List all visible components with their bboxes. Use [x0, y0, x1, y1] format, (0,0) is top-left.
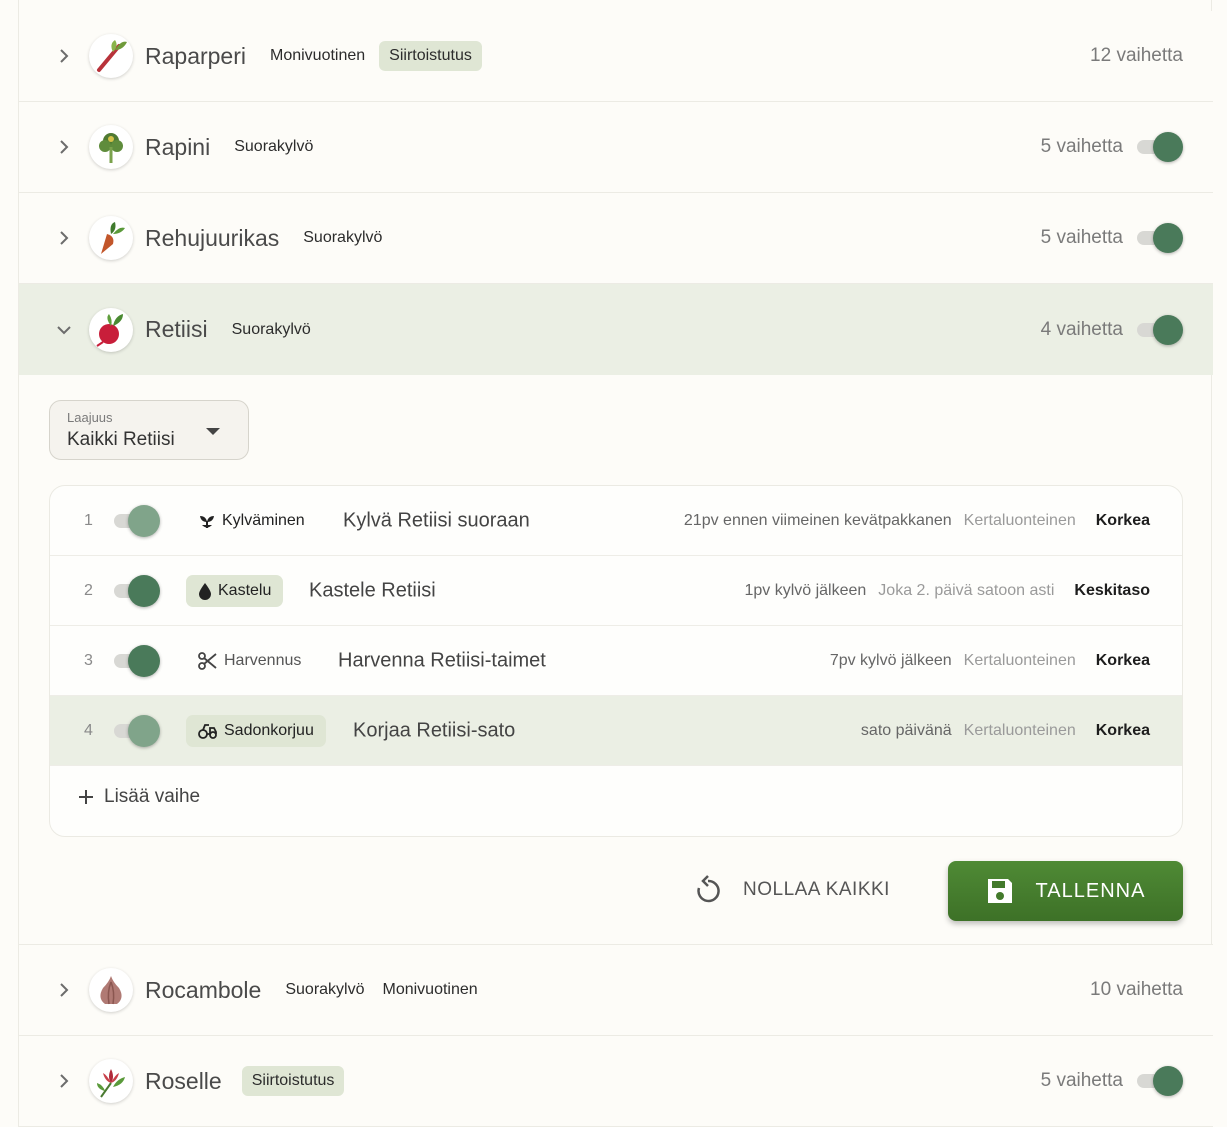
tag-direct-sow: Suorakylvö	[231, 320, 311, 338]
step-category: Sadonkorjuu	[224, 721, 314, 739]
rapini-icon	[89, 125, 133, 169]
plant-name: Rocambole	[145, 976, 262, 1003]
step-row[interactable]: 4 Sadonkorjuu Korjaa Retiisi-sato sato p…	[50, 696, 1182, 766]
steps-count: 10 vaihetta	[1090, 979, 1183, 1000]
garlic-icon	[89, 968, 133, 1012]
plant-name: Rapini	[145, 133, 211, 160]
step-title: Kastele Retiisi	[309, 579, 436, 601]
reset-label: NOLLAA KAIKKI	[743, 879, 890, 900]
step-category-chip: Kastelu	[186, 574, 284, 607]
plant-row-rehujuurikas[interactable]: Rehujuurikas Suorakylvö 5 vaihetta	[19, 193, 1213, 284]
plant-name: Rehujuurikas	[145, 224, 280, 251]
save-label: TALLENNA	[1035, 879, 1146, 902]
chevron-right-icon[interactable]	[55, 981, 73, 999]
step-category: Kylväminen	[222, 511, 305, 529]
step-category: Harvennus	[224, 651, 302, 669]
plant-toggle[interactable]	[1135, 223, 1183, 253]
step-row[interactable]: 2 Kastelu Kastele Retiisi 1pv kylvö jälk…	[50, 556, 1182, 626]
tag-transplant: Siirtoistutus	[241, 1066, 345, 1096]
step-timing: sato päivänä	[860, 721, 952, 739]
plant-name: Roselle	[145, 1067, 222, 1094]
chevron-right-icon[interactable]	[55, 47, 73, 65]
roselle-icon	[89, 1059, 133, 1103]
plant-row-rocambole[interactable]: Rocambole Suorakylvö Monivuotinen 10 vai…	[19, 945, 1213, 1036]
steps-count: 5 vaihetta	[1040, 1070, 1123, 1091]
step-frequency: Joka 2. päivä satoon asti	[878, 581, 1055, 599]
step-row[interactable]: 1 Kylväminen Kylvä Retiisi suoraan 21pv …	[50, 486, 1182, 556]
step-category-chip: Harvennus	[186, 645, 313, 677]
scope-value: Kaikki Retiisi	[67, 429, 175, 450]
caret-down-icon	[206, 428, 220, 435]
step-category: Kastelu	[218, 581, 272, 599]
step-timing: 7pv kylvö jälkeen	[829, 651, 952, 669]
step-priority: Korkea	[1095, 651, 1150, 669]
step-priority: Keskitaso	[1074, 581, 1150, 599]
step-number: 2	[84, 581, 93, 599]
steps-count: 12 vaihetta	[1090, 45, 1183, 66]
step-frequency: Kertaluonteinen	[963, 511, 1076, 529]
plant-row-roselle[interactable]: Roselle Siirtoistutus 5 vaihetta	[19, 1036, 1213, 1127]
rhubarb-icon	[89, 34, 133, 78]
floppy-disk-icon	[987, 879, 1012, 903]
tractor-icon	[198, 723, 217, 739]
step-priority: Korkea	[1095, 721, 1150, 739]
tag-direct-sow: Suorakylvö	[285, 981, 365, 998]
step-number: 3	[84, 651, 93, 669]
step-title: Kylvä Retiisi suoraan	[343, 509, 530, 531]
steps-card: 1 Kylväminen Kylvä Retiisi suoraan 21pv …	[49, 485, 1183, 837]
plant-name: Retiisi	[145, 316, 208, 342]
step-priority: Korkea	[1095, 511, 1150, 529]
save-button[interactable]: TALLENNA	[948, 861, 1183, 921]
step-timing: 1pv kylvö jälkeen	[744, 581, 867, 599]
sprout-icon	[200, 515, 214, 528]
add-step-button[interactable]: Lisää vaihe	[78, 786, 200, 808]
step-frequency: Kertaluonteinen	[963, 651, 1076, 669]
chevron-right-icon[interactable]	[55, 138, 73, 156]
step-category-chip: Kylväminen	[186, 505, 317, 537]
step-row[interactable]: 3 Harvennus Harvenna Retiisi-taimet 7pv …	[50, 626, 1182, 696]
tag-direct-sow: Suorakylvö	[234, 138, 314, 155]
tag-perennial: Monivuotinen	[270, 47, 366, 64]
chevron-right-icon[interactable]	[55, 1072, 73, 1090]
chevron-down-icon[interactable]	[55, 321, 73, 339]
scope-label: Laajuus	[67, 410, 113, 425]
step-title: Korjaa Retiisi-sato	[353, 719, 516, 741]
steps-count: 4 vaihetta	[1040, 318, 1123, 340]
radish-icon	[89, 307, 133, 352]
tag-transplant: Siirtoistutus	[379, 41, 482, 71]
steps-count: 5 vaihetta	[1040, 227, 1123, 248]
step-number: 1	[84, 511, 93, 529]
step-toggle[interactable]	[112, 574, 160, 607]
step-number: 4	[84, 721, 93, 739]
scissors-icon	[198, 651, 217, 670]
tag-direct-sow: Suorakylvö	[303, 229, 383, 246]
plant-toggle[interactable]	[1135, 1066, 1183, 1096]
plant-row-retiisi[interactable]: Retiisi Suorakylvö 4 vaihetta	[19, 284, 1213, 375]
water-drop-icon	[199, 582, 211, 600]
tag-perennial: Monivuotinen	[382, 981, 478, 998]
plant-row-rapini[interactable]: Rapini Suorakylvö 5 vaihetta	[19, 102, 1213, 193]
reset-icon	[697, 875, 720, 903]
add-step-label: Lisää vaihe	[104, 786, 201, 807]
plant-list-panel: Raparperi Monivuotinen Siirtoistutus 12 …	[18, 0, 1213, 1127]
plant-row-raparperi[interactable]: Raparperi Monivuotinen Siirtoistutus 12 …	[19, 11, 1213, 102]
step-title: Harvenna Retiisi-taimet	[338, 649, 546, 671]
step-toggle[interactable]	[112, 714, 160, 747]
plant-toggle[interactable]	[1135, 314, 1183, 345]
scope-select[interactable]: Laajuus Kaikki Retiisi	[49, 400, 249, 460]
step-frequency: Kertaluonteinen	[963, 721, 1076, 739]
step-category-chip: Sadonkorjuu	[186, 714, 326, 747]
step-toggle[interactable]	[112, 504, 160, 537]
step-toggle[interactable]	[112, 644, 160, 677]
step-timing: 21pv ennen viimeinen kevätpakkanen	[683, 511, 952, 529]
chevron-right-icon[interactable]	[55, 229, 73, 247]
steps-count: 5 vaihetta	[1040, 136, 1123, 157]
reset-all-button[interactable]: NOLLAA KAIKKI	[695, 870, 890, 910]
plant-name: Raparperi	[145, 42, 246, 69]
plant-toggle[interactable]	[1135, 132, 1183, 162]
plus-icon	[79, 790, 93, 804]
beet-icon	[89, 216, 133, 260]
